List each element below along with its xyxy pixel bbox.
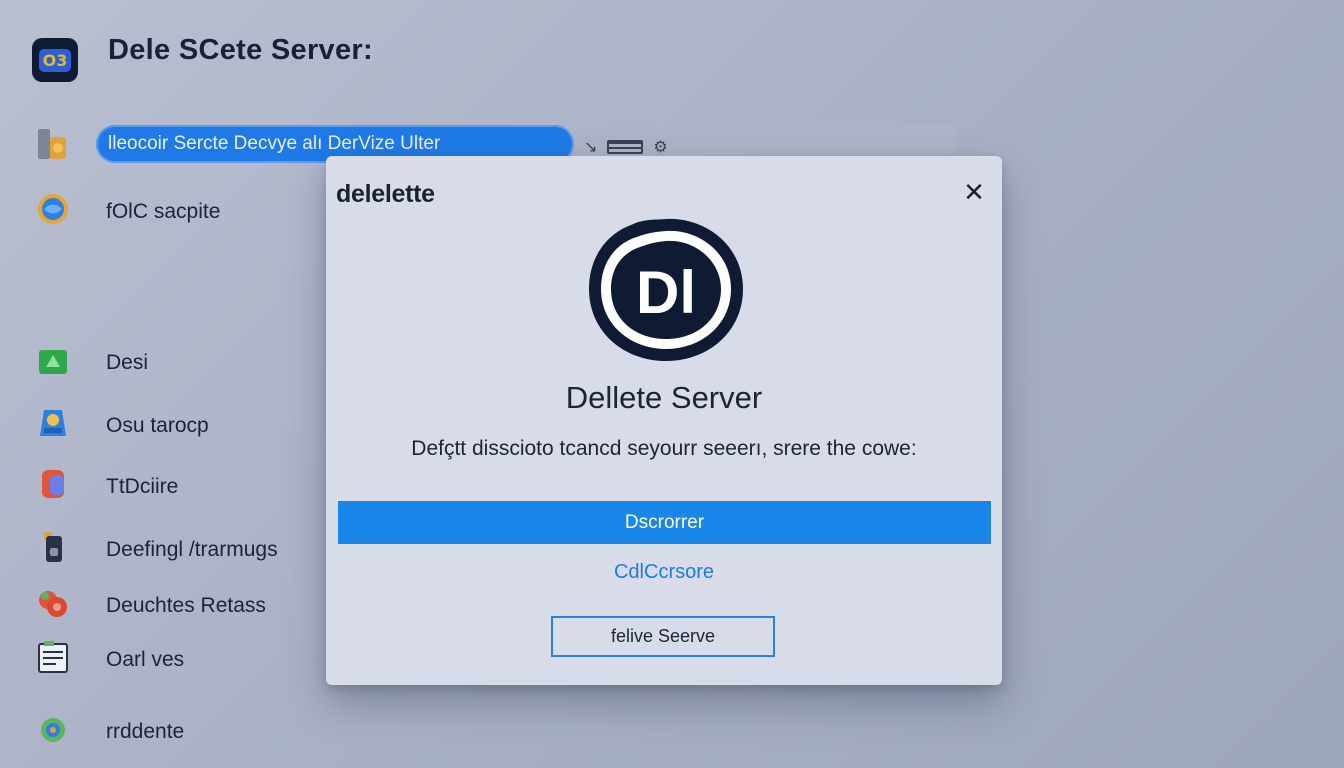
list-view-icon[interactable] xyxy=(607,140,644,154)
search-text: lleocoir Sercte Decvye alı DerVize Ulter xyxy=(108,133,441,154)
sidebar-item-deuchtes[interactable]: Deuchtes Retass xyxy=(36,587,266,621)
app-logo-text: O3 xyxy=(38,48,72,72)
sidebar-item-label: Deefingl /trarmugs xyxy=(106,538,278,561)
toolbar-icons: ↘ ⚙ xyxy=(584,137,668,157)
page-title: Dele SCete Server: xyxy=(108,34,373,66)
sidebar-item-label: Osu tarocp xyxy=(106,414,209,437)
primary-button[interactable]: Dscrorrer xyxy=(338,501,991,544)
server-icon xyxy=(36,127,70,161)
logo-text: Dl xyxy=(636,259,696,326)
cancel-link[interactable]: CdlCcrsore xyxy=(326,561,1002,584)
red-app-icon xyxy=(36,467,70,501)
people-icon xyxy=(36,587,70,621)
list-icon xyxy=(36,640,70,674)
delete-server-button[interactable]: felive Seerve xyxy=(551,616,775,657)
sidebar-item-label: fOlC sacpite xyxy=(106,200,221,223)
sidebar-item-rrddente[interactable]: rrddente xyxy=(36,713,184,747)
server-logo-icon: Dl xyxy=(587,215,745,363)
sidebar-item-label: Deuchtes Retass xyxy=(106,594,266,617)
sidebar-item-oarl[interactable]: Oarl ves xyxy=(36,640,184,674)
dialog-message: Defçtt disscioto tcancd seyourr seeerı, … xyxy=(411,437,917,460)
sidebar-item-tdciire[interactable]: TtDciire xyxy=(36,467,178,501)
sidebar-item-label: TtDciire xyxy=(106,475,179,498)
sidebar-item-site[interactable]: fOlC sacpite xyxy=(36,192,220,226)
sidebar-item-server[interactable] xyxy=(36,127,70,161)
settings-icon[interactable]: ⚙ xyxy=(653,137,667,157)
dialog-heading: Dellete Server xyxy=(565,380,763,415)
sidebar-item-osu[interactable]: Osu tarocp xyxy=(36,406,209,440)
arrow-icon[interactable]: ↘ xyxy=(584,137,597,157)
delete-server-dialog: delelette ✕ Dl Dellete Server Defçtt dis… xyxy=(326,156,1002,685)
globe-icon xyxy=(36,192,70,226)
sidebar-item-deefingl[interactable]: Deefingl /trarmugs xyxy=(36,530,278,564)
chat-icon xyxy=(36,713,70,747)
green-app-icon xyxy=(36,345,70,379)
close-icon[interactable]: ✕ xyxy=(960,177,988,207)
app-logo: O3 xyxy=(32,38,78,82)
dialog-title: delelette xyxy=(336,180,435,208)
sidebar-item-desi[interactable]: Desi xyxy=(36,345,148,379)
device-icon xyxy=(36,530,70,564)
sidebar-item-label: rrddente xyxy=(106,720,185,743)
sidebar-item-label: Desi xyxy=(106,351,149,374)
sidebar-item-label: Oarl ves xyxy=(106,648,185,671)
blue-app-icon xyxy=(36,406,70,440)
